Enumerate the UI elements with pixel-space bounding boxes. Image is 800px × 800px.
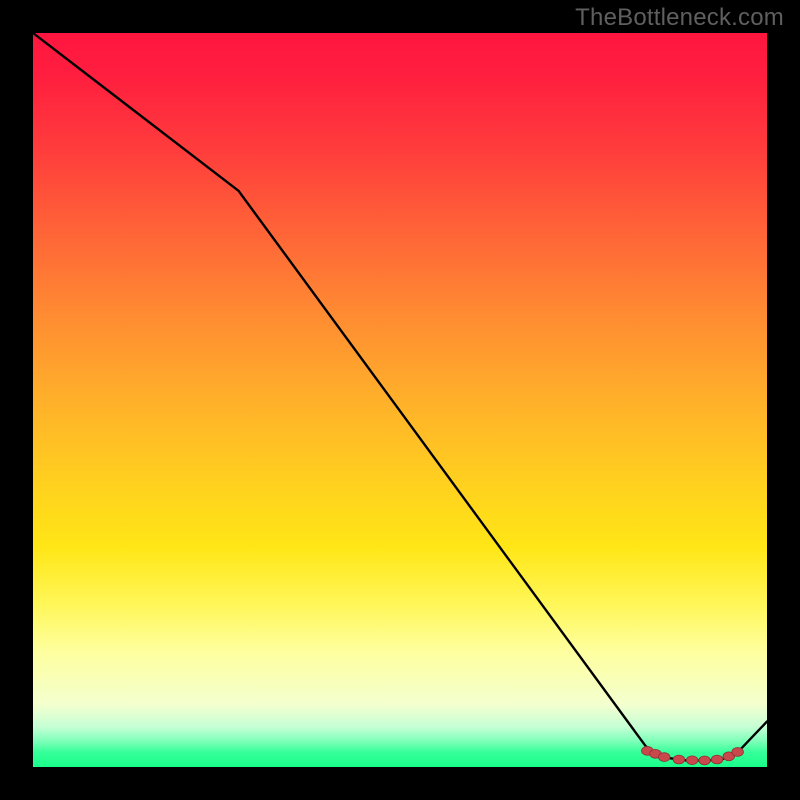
baseline-dot	[732, 748, 744, 757]
baseline-dot	[658, 753, 670, 762]
curve-polyline	[33, 33, 767, 760]
series-curve	[33, 33, 767, 760]
plot-area	[33, 33, 767, 767]
chart-frame: TheBottleneck.com	[0, 0, 800, 800]
baseline-dots-group	[642, 746, 744, 764]
baseline-dot	[686, 756, 698, 765]
baseline-dot	[673, 755, 685, 764]
plot-overlay-svg	[33, 33, 767, 767]
watermark-text: TheBottleneck.com	[575, 4, 784, 32]
baseline-dot	[711, 755, 723, 764]
baseline-dot	[699, 756, 711, 765]
